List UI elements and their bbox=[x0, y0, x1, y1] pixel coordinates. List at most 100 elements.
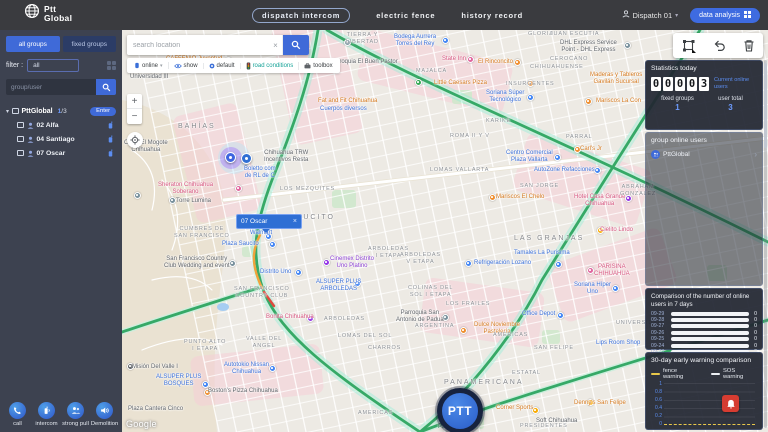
zoom-controls: + − bbox=[127, 94, 142, 124]
map-label: KARIKE bbox=[486, 118, 511, 124]
warning-title: 30-day early warning comparison bbox=[651, 357, 752, 364]
group-online-row[interactable]: PttGlobal › bbox=[651, 150, 757, 159]
y-tick: 0.4 bbox=[655, 405, 662, 411]
tab-fixed-groups[interactable]: fixed groups bbox=[62, 36, 116, 52]
counter-caption: Current online users bbox=[714, 77, 750, 91]
undo-icon[interactable] bbox=[713, 39, 726, 52]
tab-all-groups[interactable]: all groups bbox=[6, 36, 60, 52]
y-tick: 0 bbox=[659, 421, 662, 427]
trash-icon[interactable] bbox=[743, 39, 755, 52]
poi-marker[interactable] bbox=[234, 184, 242, 192]
poi-marker[interactable] bbox=[584, 97, 592, 105]
map-label: LOMAS DEL SOL bbox=[338, 333, 393, 339]
ptt-button[interactable]: PTT bbox=[437, 388, 483, 432]
member-checkbox[interactable] bbox=[17, 149, 24, 157]
zoom-in-button[interactable]: + bbox=[127, 94, 142, 109]
member-checkbox[interactable] bbox=[17, 135, 24, 143]
road-conditions-toggle[interactable]: road conditions bbox=[241, 61, 300, 70]
map-label: ROMA II Y V bbox=[450, 133, 490, 139]
poi-marker[interactable] bbox=[133, 191, 141, 199]
map-label: Cielito Lindo bbox=[600, 227, 634, 233]
user-marker[interactable] bbox=[241, 153, 252, 164]
group-checkbox[interactable] bbox=[12, 107, 19, 115]
default-style[interactable]: default bbox=[204, 62, 241, 69]
search-button[interactable] bbox=[96, 79, 116, 95]
filter-select[interactable]: all bbox=[27, 59, 80, 72]
map-label: PANAMERICANA bbox=[444, 379, 524, 386]
tab-history-record[interactable]: history record bbox=[461, 11, 523, 20]
map-user-popup[interactable]: 07 Oscar × bbox=[236, 214, 302, 229]
map-label: CUMBRES DE SAN FRANCISCO bbox=[174, 226, 230, 239]
target-icon bbox=[130, 135, 140, 145]
member-checkbox[interactable] bbox=[17, 121, 24, 129]
intercom-icon[interactable] bbox=[107, 144, 114, 162]
sidebar-search bbox=[6, 79, 116, 95]
online-filter[interactable]: online ▾ bbox=[129, 62, 169, 69]
user-icon bbox=[622, 10, 630, 20]
tree-member-row[interactable]: 02 Alfa bbox=[6, 118, 116, 132]
comparison-date: 09-28 bbox=[651, 317, 665, 324]
poi-marker[interactable] bbox=[294, 268, 302, 276]
poi-marker[interactable] bbox=[268, 240, 276, 248]
action-label: strong pull bbox=[62, 421, 89, 428]
poi-marker[interactable] bbox=[556, 311, 564, 319]
tree-group-row[interactable]: ▾ PttGlobal 1/3 Enter bbox=[6, 104, 116, 118]
poi-marker[interactable] bbox=[526, 93, 534, 101]
enter-group-button[interactable]: Enter bbox=[90, 106, 116, 116]
poi-marker[interactable] bbox=[459, 326, 467, 334]
poi-marker[interactable] bbox=[554, 260, 562, 268]
group-user-search-input[interactable] bbox=[6, 79, 96, 95]
poi-marker[interactable] bbox=[553, 153, 561, 161]
poi-marker[interactable] bbox=[466, 55, 474, 63]
zoom-out-button[interactable]: − bbox=[127, 109, 142, 124]
panel-scrollbar-thumb[interactable] bbox=[764, 63, 767, 148]
poi-marker[interactable] bbox=[586, 266, 594, 274]
tree-member-row[interactable]: 07 Oscar bbox=[6, 146, 116, 160]
poi-marker[interactable] bbox=[441, 36, 449, 44]
data-analysis-button[interactable]: data analysis bbox=[690, 7, 760, 23]
polygon-select-icon[interactable] bbox=[682, 39, 696, 53]
call-button[interactable]: call bbox=[4, 402, 31, 428]
poi-marker[interactable] bbox=[464, 259, 472, 267]
counter-digit: 0 bbox=[663, 77, 673, 92]
close-icon[interactable]: × bbox=[293, 218, 297, 225]
map-search-input[interactable] bbox=[127, 35, 269, 55]
tab-electric-fence[interactable]: electric fence bbox=[376, 11, 435, 20]
comparison-value: 0 bbox=[754, 317, 757, 324]
poi-marker[interactable] bbox=[488, 193, 496, 201]
counter-digit: 0 bbox=[651, 77, 661, 92]
tree-expand-icon[interactable]: ▾ bbox=[6, 108, 9, 115]
app-logo: Ptt Global bbox=[24, 3, 72, 24]
poi-marker[interactable] bbox=[513, 58, 521, 66]
poi-marker[interactable] bbox=[414, 78, 422, 86]
map-label: Hotel Casa Grande Chihuahua bbox=[574, 194, 626, 208]
user-menu[interactable]: Dispatch 01 ▾ bbox=[622, 10, 678, 20]
user-marker-oscar[interactable] bbox=[225, 152, 236, 163]
chevron-right-icon[interactable]: › bbox=[754, 150, 757, 159]
map-search-button[interactable] bbox=[283, 35, 309, 55]
tree-member-row[interactable]: 04 Santiago bbox=[6, 132, 116, 146]
locate-button[interactable] bbox=[127, 132, 143, 148]
tab-dispatch-intercom[interactable]: dispatch intercom bbox=[252, 7, 351, 23]
stats-columns: fixed groups 1 user total 3 bbox=[651, 96, 757, 112]
poi-marker[interactable] bbox=[268, 364, 276, 372]
intercom-button[interactable]: intercom bbox=[33, 402, 60, 428]
comparison-bar bbox=[671, 330, 749, 335]
y-tick: 0.8 bbox=[655, 389, 662, 395]
clear-icon[interactable]: × bbox=[269, 35, 283, 55]
show-toggle[interactable]: show bbox=[169, 62, 204, 69]
demolition-button[interactable]: Demolition bbox=[91, 402, 118, 428]
toolbox-menu[interactable]: toolbox bbox=[299, 63, 337, 69]
group-online-title: group online users bbox=[651, 137, 707, 144]
poi-marker[interactable] bbox=[168, 196, 176, 204]
poi-marker[interactable] bbox=[201, 380, 209, 388]
layout-grid-icon[interactable] bbox=[106, 60, 116, 71]
map-label: PUNTO ALTO I ETAPA bbox=[184, 339, 227, 352]
poi-marker[interactable] bbox=[322, 258, 330, 266]
poi-marker[interactable] bbox=[611, 284, 619, 292]
map-label: Distrito Uno bbox=[260, 269, 292, 275]
legend-sos-warning[interactable]: SOS warning bbox=[710, 368, 757, 380]
legend-fence-warning[interactable]: fence warning bbox=[651, 368, 699, 380]
poi-marker[interactable] bbox=[623, 41, 631, 49]
strong-pull-button[interactable]: strong pull bbox=[62, 402, 89, 428]
